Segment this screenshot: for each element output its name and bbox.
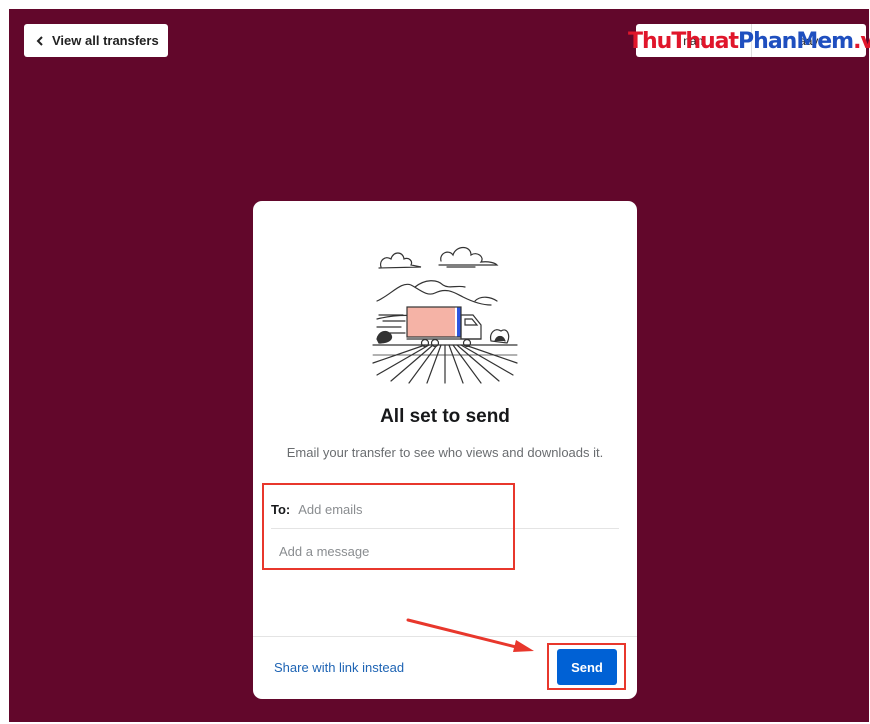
recipient-row: To:: [271, 490, 619, 529]
to-label: To:: [271, 501, 291, 517]
send-transfer-card: All set to send Email your transfer to s…: [253, 201, 637, 699]
watermark-part-1: ThuThuat: [628, 28, 739, 54]
watermark-part-2: PhanMem: [738, 28, 854, 54]
footer-divider: [253, 636, 637, 637]
email-recipients-input[interactable]: [298, 501, 559, 517]
card-title: All set to send: [380, 406, 510, 427]
back-button-label: View all transfers: [52, 33, 159, 48]
share-with-link-button[interactable]: Share with link instead: [274, 660, 404, 675]
send-button-label: Send: [571, 659, 603, 675]
site-watermark: ThuThuatPhanMem.vn: [628, 28, 870, 54]
card-subtitle: Email your transfer to see who views and…: [286, 445, 604, 460]
delivery-truck-illustration: [372, 246, 518, 384]
chevron-left-icon: [36, 35, 43, 46]
message-input[interactable]: [279, 540, 609, 562]
send-button[interactable]: Send: [557, 649, 617, 685]
view-all-transfers-button[interactable]: View all transfers: [24, 24, 168, 57]
watermark-part-3: .vn: [853, 28, 870, 54]
